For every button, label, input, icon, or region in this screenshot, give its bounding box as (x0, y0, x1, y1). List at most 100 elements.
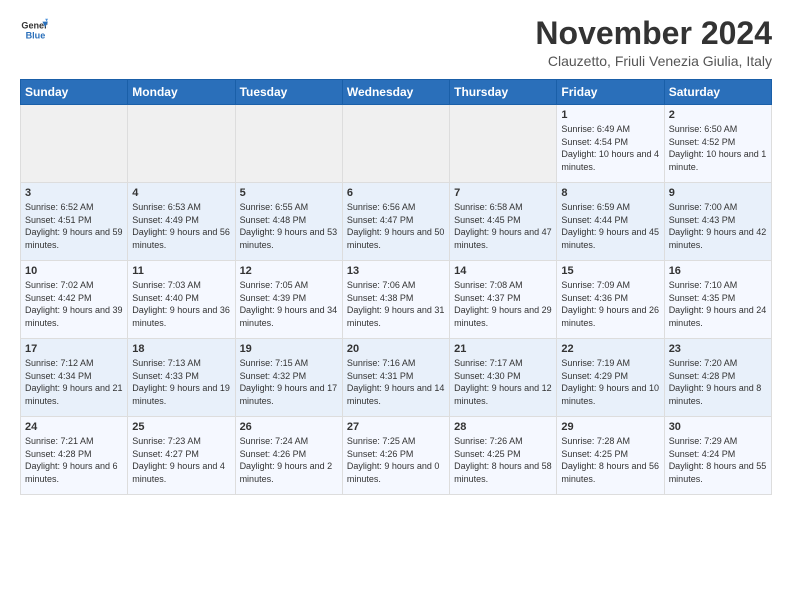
day-info: Sunrise: 7:21 AM Sunset: 4:28 PM Dayligh… (25, 435, 123, 485)
day-number: 17 (25, 343, 123, 355)
day-number: 22 (561, 343, 659, 355)
calendar-cell: 15 Sunrise: 7:09 AM Sunset: 4:36 PM Dayli… (557, 261, 664, 339)
day-number: 3 (25, 187, 123, 199)
day-info: Sunrise: 7:26 AM Sunset: 4:25 PM Dayligh… (454, 435, 552, 485)
day-number: 1 (561, 109, 659, 121)
day-info: Sunrise: 6:52 AM Sunset: 4:51 PM Dayligh… (25, 201, 123, 251)
day-info: Sunrise: 6:56 AM Sunset: 4:47 PM Dayligh… (347, 201, 445, 251)
page-header: General Blue November 2024 Clauzetto, Fr… (20, 16, 772, 69)
logo: General Blue (20, 16, 48, 44)
calendar-table: Sunday Monday Tuesday Wednesday Thursday… (20, 79, 772, 495)
calendar-cell: 10Sunrise: 7:02 AM Sunset: 4:42 PM Dayli… (21, 261, 128, 339)
day-info: Sunrise: 6:58 AM Sunset: 4:45 PM Dayligh… (454, 201, 552, 251)
day-info: Sunrise: 6:49 AM Sunset: 4:54 PM Dayligh… (561, 123, 659, 173)
day-info: Sunrise: 7:17 AM Sunset: 4:30 PM Dayligh… (454, 357, 552, 407)
title-block: November 2024 Clauzetto, Friuli Venezia … (535, 16, 772, 69)
day-number: 19 (240, 343, 338, 355)
day-number: 29 (561, 421, 659, 433)
calendar-cell: 24 Sunrise: 7:21 AM Sunset: 4:28 PM Dayli… (21, 417, 128, 495)
day-info: Sunrise: 7:15 AM Sunset: 4:32 PM Dayligh… (240, 357, 338, 407)
col-thursday: Thursday (450, 80, 557, 105)
calendar-cell: 28Sunrise: 7:26 AM Sunset: 4:25 PM Dayli… (450, 417, 557, 495)
calendar-cell: 11 Sunrise: 7:03 AM Sunset: 4:40 PM Dayli… (128, 261, 235, 339)
day-number: 14 (454, 265, 552, 277)
day-info: Sunrise: 7:28 AM Sunset: 4:25 PM Dayligh… (561, 435, 659, 485)
calendar-week-row: 10Sunrise: 7:02 AM Sunset: 4:42 PM Dayli… (21, 261, 772, 339)
day-info: Sunrise: 7:06 AM Sunset: 4:38 PM Dayligh… (347, 279, 445, 329)
day-number: 16 (669, 265, 767, 277)
day-number: 6 (347, 187, 445, 199)
day-number: 10 (25, 265, 123, 277)
logo-icon: General Blue (20, 16, 48, 44)
location-title: Clauzetto, Friuli Venezia Giulia, Italy (535, 53, 772, 69)
col-wednesday: Wednesday (342, 80, 449, 105)
col-friday: Friday (557, 80, 664, 105)
calendar-cell: 20Sunrise: 7:16 AM Sunset: 4:31 PM Dayli… (342, 339, 449, 417)
day-number: 26 (240, 421, 338, 433)
calendar-cell: 19 Sunrise: 7:15 AM Sunset: 4:32 PM Dayli… (235, 339, 342, 417)
calendar-cell: 1 Sunrise: 6:49 AM Sunset: 4:54 PM Daylig… (557, 105, 664, 183)
day-info: Sunrise: 7:09 AM Sunset: 4:36 PM Dayligh… (561, 279, 659, 329)
day-info: Sunrise: 7:25 AM Sunset: 4:26 PM Dayligh… (347, 435, 445, 485)
day-info: Sunrise: 7:03 AM Sunset: 4:40 PM Dayligh… (132, 279, 230, 329)
calendar-cell: 29 Sunrise: 7:28 AM Sunset: 4:25 PM Dayli… (557, 417, 664, 495)
day-number: 9 (669, 187, 767, 199)
calendar-week-row: 1 Sunrise: 6:49 AM Sunset: 4:54 PM Daylig… (21, 105, 772, 183)
day-number: 8 (561, 187, 659, 199)
day-number: 2 (669, 109, 767, 121)
calendar-cell: 12 Sunrise: 7:05 AM Sunset: 4:39 PM Dayli… (235, 261, 342, 339)
col-monday: Monday (128, 80, 235, 105)
calendar-header-row: Sunday Monday Tuesday Wednesday Thursday… (21, 80, 772, 105)
day-number: 25 (132, 421, 230, 433)
day-number: 18 (132, 343, 230, 355)
calendar-cell: 25Sunrise: 7:23 AM Sunset: 4:27 PM Dayli… (128, 417, 235, 495)
day-info: Sunrise: 7:10 AM Sunset: 4:35 PM Dayligh… (669, 279, 767, 329)
calendar-cell (342, 105, 449, 183)
calendar-cell: 17Sunrise: 7:12 AM Sunset: 4:34 PM Dayli… (21, 339, 128, 417)
calendar-cell: 27 Sunrise: 7:25 AM Sunset: 4:26 PM Dayli… (342, 417, 449, 495)
calendar-cell: 9 Sunrise: 7:00 AM Sunset: 4:43 PM Daylig… (664, 183, 771, 261)
day-info: Sunrise: 6:55 AM Sunset: 4:48 PM Dayligh… (240, 201, 338, 251)
day-info: Sunrise: 7:19 AM Sunset: 4:29 PM Dayligh… (561, 357, 659, 407)
calendar-cell: 13 Sunrise: 7:06 AM Sunset: 4:38 PM Dayli… (342, 261, 449, 339)
calendar-cell (450, 105, 557, 183)
day-info: Sunrise: 7:29 AM Sunset: 4:24 PM Dayligh… (669, 435, 767, 485)
day-number: 7 (454, 187, 552, 199)
day-info: Sunrise: 7:20 AM Sunset: 4:28 PM Dayligh… (669, 357, 767, 407)
day-number: 24 (25, 421, 123, 433)
col-saturday: Saturday (664, 80, 771, 105)
calendar-cell (128, 105, 235, 183)
day-info: Sunrise: 7:13 AM Sunset: 4:33 PM Dayligh… (132, 357, 230, 407)
calendar-cell: 21 Sunrise: 7:17 AM Sunset: 4:30 PM Dayli… (450, 339, 557, 417)
calendar-week-row: 3 Sunrise: 6:52 AM Sunset: 4:51 PM Daylig… (21, 183, 772, 261)
calendar-cell: 4Sunrise: 6:53 AM Sunset: 4:49 PM Daylig… (128, 183, 235, 261)
calendar-cell: 6 Sunrise: 6:56 AM Sunset: 4:47 PM Daylig… (342, 183, 449, 261)
day-number: 13 (347, 265, 445, 277)
day-info: Sunrise: 6:50 AM Sunset: 4:52 PM Dayligh… (669, 123, 767, 173)
day-number: 5 (240, 187, 338, 199)
day-info: Sunrise: 6:59 AM Sunset: 4:44 PM Dayligh… (561, 201, 659, 251)
day-number: 21 (454, 343, 552, 355)
calendar-cell: 26 Sunrise: 7:24 AM Sunset: 4:26 PM Dayli… (235, 417, 342, 495)
day-number: 27 (347, 421, 445, 433)
calendar-cell: 18 Sunrise: 7:13 AM Sunset: 4:33 PM Dayli… (128, 339, 235, 417)
calendar-cell: 23Sunrise: 7:20 AM Sunset: 4:28 PM Dayli… (664, 339, 771, 417)
calendar-cell: 8 Sunrise: 6:59 AM Sunset: 4:44 PM Daylig… (557, 183, 664, 261)
day-info: Sunrise: 7:24 AM Sunset: 4:26 PM Dayligh… (240, 435, 338, 485)
day-info: Sunrise: 7:16 AM Sunset: 4:31 PM Dayligh… (347, 357, 445, 407)
col-tuesday: Tuesday (235, 80, 342, 105)
day-number: 11 (132, 265, 230, 277)
calendar-cell (235, 105, 342, 183)
svg-text:Blue: Blue (26, 30, 46, 40)
day-number: 15 (561, 265, 659, 277)
day-number: 4 (132, 187, 230, 199)
calendar-cell (21, 105, 128, 183)
day-number: 12 (240, 265, 338, 277)
col-sunday: Sunday (21, 80, 128, 105)
calendar-week-row: 17Sunrise: 7:12 AM Sunset: 4:34 PM Dayli… (21, 339, 772, 417)
month-title: November 2024 (535, 16, 772, 51)
day-info: Sunrise: 7:08 AM Sunset: 4:37 PM Dayligh… (454, 279, 552, 329)
day-info: Sunrise: 7:00 AM Sunset: 4:43 PM Dayligh… (669, 201, 767, 251)
day-info: Sunrise: 7:05 AM Sunset: 4:39 PM Dayligh… (240, 279, 338, 329)
calendar-cell: 7 Sunrise: 6:58 AM Sunset: 4:45 PM Daylig… (450, 183, 557, 261)
